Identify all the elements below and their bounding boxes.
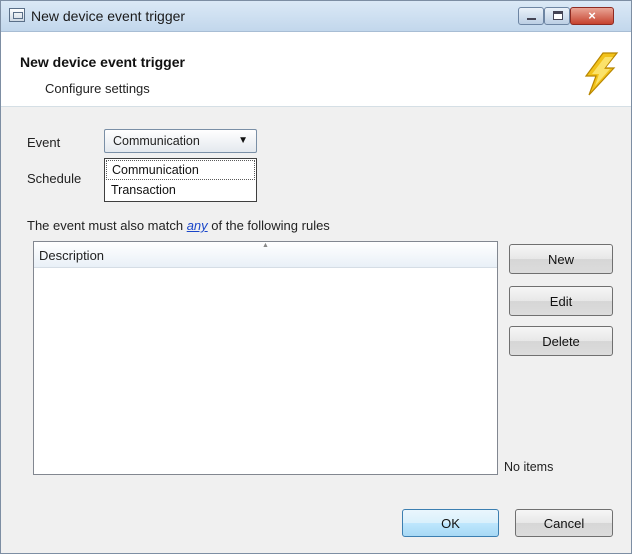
cancel-button[interactable]: Cancel [515,509,613,537]
event-option-communication[interactable]: Communication [106,160,255,180]
chevron-down-icon: ▼ [238,135,248,146]
new-rule-button[interactable]: New [509,244,613,274]
description-column-header[interactable]: Description ▲ [34,242,497,268]
minimize-icon [527,18,536,20]
lightning-bolt-icon [584,52,619,96]
maximize-button[interactable] [544,7,570,25]
schedule-label: Schedule [27,171,82,186]
rules-list[interactable]: Description ▲ [33,241,498,475]
edit-rule-button[interactable]: Edit [509,286,613,316]
items-count-status: No items [504,460,554,474]
event-label: Event [27,135,61,150]
rules-suffix: of the following rules [211,218,330,233]
header-subtitle: Configure settings [45,81,150,96]
minimize-button[interactable] [518,7,544,25]
match-mode-link[interactable]: any [187,218,208,233]
description-header-label: Description [39,248,105,263]
ok-button[interactable]: OK [402,509,499,537]
close-button[interactable]: × [570,7,614,25]
event-option-transaction[interactable]: Transaction [106,181,255,201]
event-select[interactable]: Communication ▼ [104,129,257,153]
rules-match-text: The event must also match any of the fol… [27,218,330,233]
event-select-value: Communication [113,134,200,148]
dialog-header: New device event trigger Configure setti… [1,32,631,107]
dialog-window: New device event trigger × New device ev… [0,0,632,554]
sort-caret-icon: ▲ [262,242,269,249]
window-app-icon [9,8,25,22]
maximize-icon [553,11,563,20]
title-bar[interactable]: New device event trigger × [1,1,631,32]
window-title: New device event trigger [31,8,186,24]
header-title: New device event trigger [20,54,185,70]
event-dropdown-list: Communication Transaction [104,158,257,202]
rules-prefix: The event must also match [27,218,184,233]
delete-rule-button[interactable]: Delete [509,326,613,356]
close-icon: × [588,8,596,23]
